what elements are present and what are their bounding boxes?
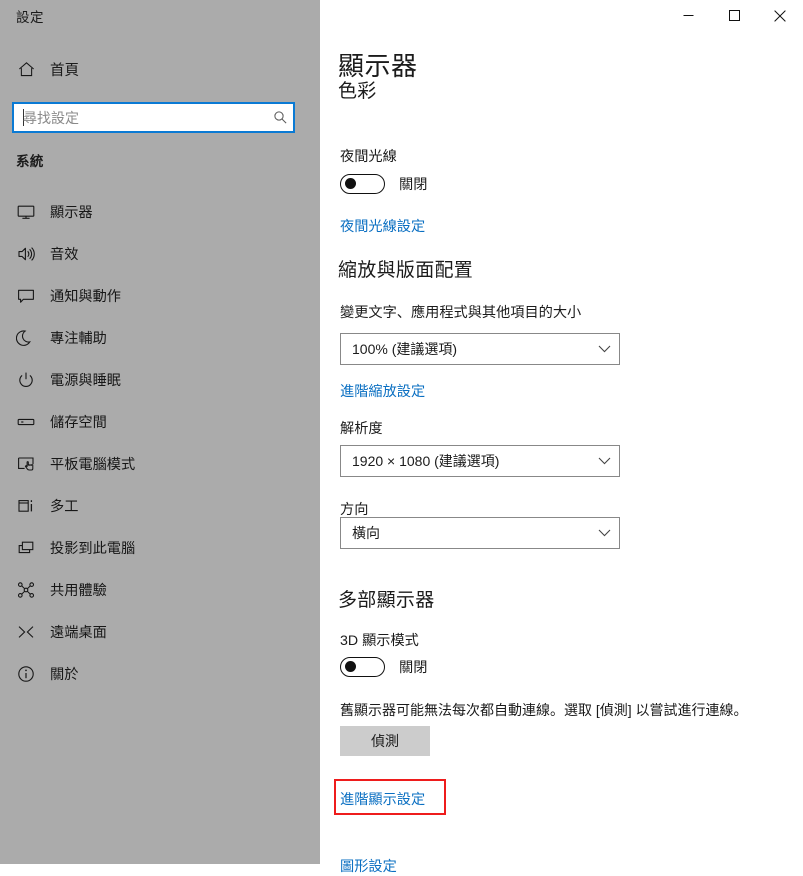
sidebar-item-display[interactable]: 顯示器: [0, 191, 320, 233]
project-to-pc-icon: [12, 538, 40, 558]
resolution-value: 1920 × 1080 (建議選項): [352, 453, 500, 469]
sidebar-group-title: 系統: [16, 154, 44, 169]
sidebar-item-label: 通知與動作: [50, 289, 121, 305]
sidebar-item-remote-desktop[interactable]: 遠端桌面: [0, 611, 320, 653]
detect-button[interactable]: 偵測: [340, 726, 430, 756]
orientation-dropdown[interactable]: 橫向: [340, 517, 620, 549]
sidebar-item-power-sleep[interactable]: 電源與睡眠: [0, 359, 320, 401]
scale-value: 100% (建議選項): [352, 341, 458, 357]
notification-icon: [12, 286, 40, 306]
section-heading-multi-display: 多部顯示器: [338, 590, 435, 611]
night-light-toggle[interactable]: [340, 174, 385, 194]
search-input[interactable]: [23, 104, 267, 131]
sidebar-item-notifications[interactable]: 通知與動作: [0, 275, 320, 317]
multitasking-icon: [12, 496, 40, 516]
storage-icon: [12, 412, 40, 432]
sidebar-item-about[interactable]: 關於: [0, 653, 320, 695]
sidebar-item-label: 投影到此電腦: [50, 541, 136, 557]
sidebar-item-shared-experiences[interactable]: 共用體驗: [0, 569, 320, 611]
moon-icon: [12, 328, 40, 348]
chevron-down-icon: [589, 529, 619, 537]
sidebar-item-label: 關於: [50, 667, 79, 683]
advanced-scaling-link[interactable]: 進階縮放設定: [340, 381, 425, 401]
toggle-knob: [345, 661, 356, 673]
display-mode-3d-label: 3D 顯示模式: [340, 633, 419, 649]
chevron-down-icon: [589, 457, 619, 465]
search-icon[interactable]: [267, 110, 293, 125]
maximize-button[interactable]: [711, 0, 757, 31]
orientation-label: 方向: [340, 502, 369, 518]
remote-desktop-icon: [12, 622, 40, 642]
sidebar-item-storage[interactable]: 儲存空間: [0, 401, 320, 443]
scale-dropdown[interactable]: 100% (建議選項): [340, 333, 620, 365]
night-light-label: 夜間光線: [340, 149, 397, 165]
graphics-settings-link[interactable]: 圖形設定: [340, 856, 397, 876]
info-icon: [12, 664, 40, 684]
search-box[interactable]: [12, 102, 295, 133]
toggle-knob: [345, 178, 356, 190]
night-light-settings-link[interactable]: 夜間光線設定: [340, 216, 425, 236]
advanced-display-settings-link[interactable]: 進階顯示設定: [340, 789, 425, 809]
display-mode-3d-toggle[interactable]: [340, 657, 385, 677]
sidebar-item-focus-assist[interactable]: 專注輔助: [0, 317, 320, 359]
section-heading-scale-layout: 縮放與版面配置: [338, 260, 474, 281]
resolution-dropdown[interactable]: 1920 × 1080 (建議選項): [340, 445, 620, 477]
sidebar-home-label: 首頁: [50, 62, 79, 79]
sidebar-item-label: 多工: [50, 499, 79, 515]
settings-window: 設定 首頁 系統: [0, 0, 803, 875]
scale-label: 變更文字、應用程式與其他項目的大小: [340, 305, 582, 321]
minimize-button[interactable]: [665, 0, 711, 31]
orientation-value: 橫向: [352, 525, 380, 541]
sidebar-item-label: 音效: [50, 247, 79, 263]
shared-experiences-icon: [12, 580, 40, 600]
monitor-icon: [12, 202, 40, 222]
sidebar-item-label: 儲存空間: [50, 415, 107, 431]
sidebar-item-project-to-pc[interactable]: 投影到此電腦: [0, 527, 320, 569]
speaker-icon: [12, 244, 40, 264]
sidebar-item-tablet-mode[interactable]: 平板電腦模式: [0, 443, 320, 485]
section-heading-color: 色彩: [338, 81, 377, 102]
content-pane: 顯示器 色彩 夜間光線 關閉 夜間光線設定 縮放與版面配置 變更文字、應用程式與…: [320, 0, 803, 875]
sidebar-item-sound[interactable]: 音效: [0, 233, 320, 275]
sidebar-item-label: 電源與睡眠: [50, 373, 121, 389]
resolution-label: 解析度: [340, 421, 383, 437]
sidebar-item-label: 顯示器: [50, 205, 93, 221]
sidebar-item-label: 遠端桌面: [50, 625, 107, 641]
home-icon: [12, 60, 40, 79]
power-icon: [12, 370, 40, 390]
tablet-mode-icon: [12, 454, 40, 474]
close-button[interactable]: [757, 0, 803, 31]
display-mode-3d-state: 關閉: [399, 660, 428, 676]
sidebar: 設定 首頁 系統: [0, 0, 320, 864]
sidebar-item-label: 共用體驗: [50, 583, 107, 599]
display-mode-3d-toggle-row: 關閉: [340, 657, 427, 677]
window-controls: [665, 0, 803, 31]
night-light-toggle-row: 關閉: [340, 174, 427, 194]
detect-description: 舊顯示器可能無法每次都自動連線。選取 [偵測] 以嘗試進行連線。: [340, 702, 748, 718]
sidebar-item-home[interactable]: 首頁: [0, 52, 320, 86]
chevron-down-icon: [589, 345, 619, 353]
sidebar-item-multitasking[interactable]: 多工: [0, 485, 320, 527]
sidebar-nav: 顯示器 音效 通知與動作 專注輔助 電源與睡眠 儲存空間 平板電腦模式 多工 投…: [0, 191, 320, 695]
sidebar-item-label: 平板電腦模式: [50, 457, 136, 473]
app-title: 設定: [16, 10, 44, 25]
sidebar-item-label: 專注輔助: [50, 331, 107, 347]
night-light-state: 關閉: [399, 177, 428, 193]
